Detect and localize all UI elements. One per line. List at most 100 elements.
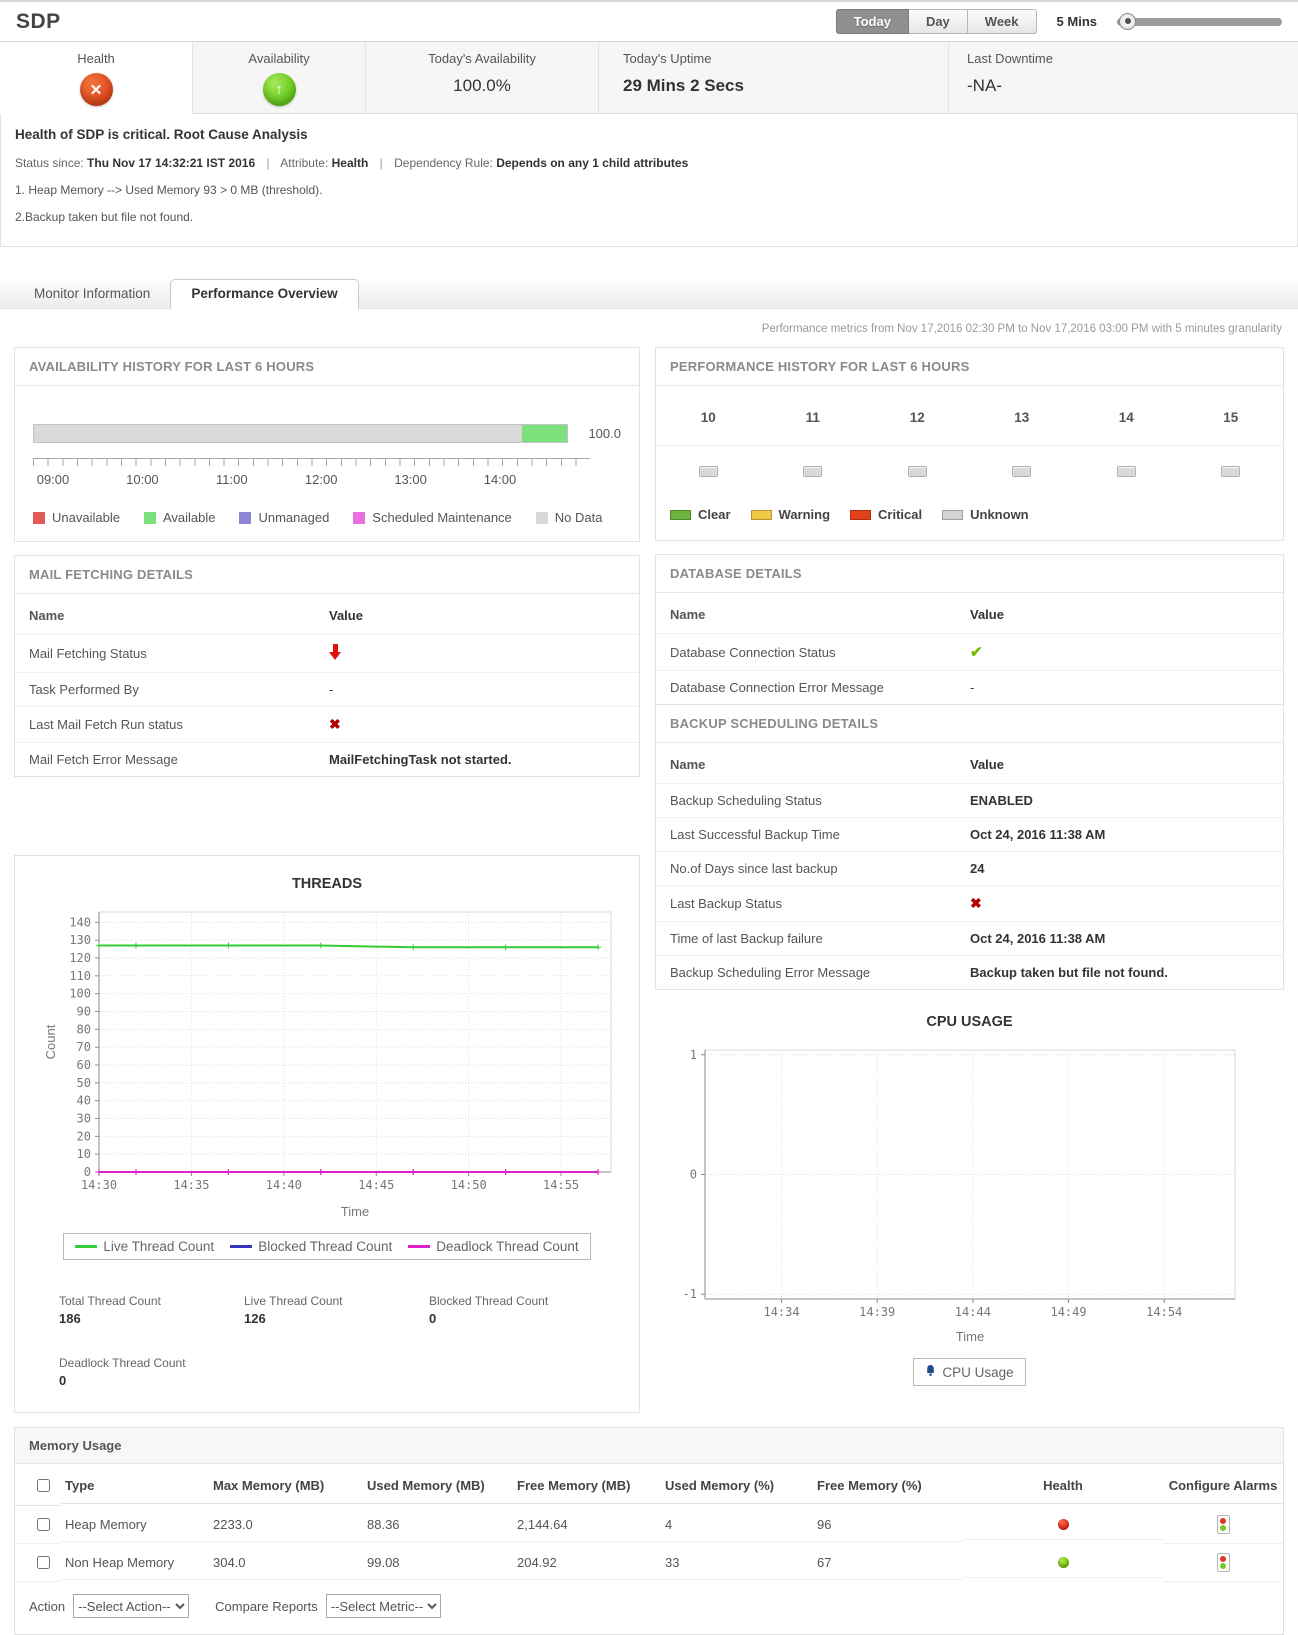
legend-item-critical: Critical xyxy=(850,507,922,522)
svg-text:14:40: 14:40 xyxy=(266,1178,302,1192)
detail-name: Time of last Backup failure xyxy=(670,931,823,946)
value-column-header: Value xyxy=(329,608,363,623)
performance-status-box-15[interactable] xyxy=(1221,466,1241,477)
performance-status-box-11[interactable] xyxy=(803,466,823,477)
range-button-today[interactable]: Today xyxy=(835,9,909,34)
axis-tick-label: 09:00 xyxy=(36,472,70,487)
axis-tick-label: 14:00 xyxy=(483,472,517,487)
performance-status-box-14[interactable] xyxy=(1116,466,1136,477)
legend-label: Live Thread Count xyxy=(103,1239,215,1254)
svg-text:0: 0 xyxy=(84,1165,91,1179)
performance-hour-cell xyxy=(1074,466,1179,477)
health-clear-dot xyxy=(1057,1557,1069,1568)
select-all-cell xyxy=(15,1464,61,1506)
free-memory-cell: 2,144.64 xyxy=(513,1508,661,1542)
legend-item-unavailable: Unavailable xyxy=(33,510,120,525)
legend-swatch xyxy=(850,509,872,520)
range-button-week[interactable]: Week xyxy=(967,9,1037,34)
performance-history-panel: PERFORMANCE HISTORY FOR LAST 6 HOURS 10 1… xyxy=(655,347,1284,541)
detail-row: Backup Scheduling Status ENABLED xyxy=(656,783,1283,817)
cpu-usage-chart-title: CPU USAGE xyxy=(926,1014,1013,1030)
legend-swatch xyxy=(33,511,45,524)
health-critical-dot xyxy=(1057,1519,1069,1530)
tab-strip: Monitor Information Performance Overview xyxy=(0,277,1298,309)
detail-value: MailFetchingTask not started. xyxy=(329,752,512,767)
legend-item-no-data: No Data xyxy=(535,510,603,525)
root-cause-item: 1. Heap Memory --> Used Memory 93 > 0 MB… xyxy=(15,183,323,197)
row-checkbox[interactable] xyxy=(37,1556,50,1569)
summary-band: Health ✕ Availability ↑ Today's Availabi… xyxy=(0,42,1298,114)
performance-hour-cell xyxy=(970,466,1075,477)
slider-knob[interactable] xyxy=(1119,12,1136,30)
max-memory-cell: 304.0 xyxy=(209,1546,363,1580)
mail-fetching-table: Mail Fetching Status Task Performed By - La… xyxy=(15,634,639,776)
compare-metric-select[interactable]: --Select Metric-- xyxy=(325,1594,441,1618)
legend-label: Critical xyxy=(878,507,923,522)
thread-stat-value: 126 xyxy=(244,1311,266,1326)
legend-label: No Data xyxy=(554,510,603,525)
performance-status-box-12[interactable] xyxy=(907,466,927,477)
availability-time-ruler xyxy=(33,458,590,466)
metrics-note: Performance metrics from Nov 17,2016 02:… xyxy=(761,323,1282,335)
svg-text:30: 30 xyxy=(77,1112,91,1126)
performance-hour-cell xyxy=(761,466,866,477)
detail-value xyxy=(329,644,625,663)
detail-value: - xyxy=(329,682,334,697)
action-select[interactable]: --Select Action-- xyxy=(73,1594,190,1618)
value-column-header: Value xyxy=(970,757,1004,772)
availability-history-panel: AVAILABILITY HISTORY FOR LAST 6 HOURS 10… xyxy=(14,347,640,542)
column-header-free-memory-: Free Memory (%) xyxy=(813,1466,963,1504)
mail-fetching-title: MAIL FETCHING DETAILS xyxy=(15,556,639,594)
name-column-header: Name xyxy=(29,608,65,623)
row-checkbox[interactable] xyxy=(37,1518,50,1531)
summary-health[interactable]: Health ✕ xyxy=(0,42,192,114)
summary-availability[interactable]: Availability ↑ xyxy=(192,42,365,114)
select-all-checkbox[interactable] xyxy=(37,1479,50,1492)
thread-stat-label: Blocked Thread Count xyxy=(429,1294,549,1308)
dependency-rule-value: Depends on any 1 child attributes xyxy=(496,156,689,170)
configure-alarm-icon[interactable] xyxy=(1216,1515,1230,1534)
detail-row: Task Performed By - xyxy=(15,672,639,706)
value-column-header: Value xyxy=(970,607,1004,622)
detail-value: ✖ xyxy=(329,716,625,733)
granularity-slider[interactable] xyxy=(1117,12,1282,30)
summary-todays-availability: Today's Availability 100.0% xyxy=(365,42,598,114)
tab-performance-overview[interactable]: Performance Overview xyxy=(170,279,359,309)
row-select-cell xyxy=(15,1506,61,1544)
column-header-used-memory-: Used Memory (%) xyxy=(661,1466,813,1504)
alarm-green-dot xyxy=(1220,1525,1226,1531)
svg-text:80: 80 xyxy=(77,1022,91,1036)
column-header-max-memory-mb-: Max Memory (MB) xyxy=(209,1466,363,1504)
dependency-rule-label: Dependency Rule: xyxy=(394,156,493,170)
threads-chart-title: THREADS xyxy=(291,876,363,892)
axis-tick-label: 10:00 xyxy=(126,472,159,487)
detail-name: Mail Fetching Status xyxy=(29,646,147,661)
detail-name: Backup Scheduling Error Message xyxy=(670,965,871,980)
performance-hour-cell xyxy=(1179,466,1284,477)
alarm-red-dot xyxy=(1220,1556,1226,1562)
performance-status-box-10[interactable] xyxy=(698,466,718,477)
performance-hour-label: 15 xyxy=(1223,410,1239,425)
cpu-usage-chart: 1 0 -1 14:34 14:39 14:44 14:49 14:54 Time xyxy=(683,1048,1236,1344)
used-pct-cell: 33 xyxy=(661,1546,813,1580)
tab-monitor-information[interactable]: Monitor Information xyxy=(14,280,170,308)
performance-history-title: PERFORMANCE HISTORY FOR LAST 6 HOURS xyxy=(656,348,1283,386)
configure-alarm-icon[interactable] xyxy=(1216,1553,1230,1572)
performance-status-box-13[interactable] xyxy=(1012,466,1032,477)
legend-label: Unavailable xyxy=(52,510,120,525)
legend-label: Warning xyxy=(778,507,831,522)
svg-text:10: 10 xyxy=(77,1147,91,1161)
detail-value: ✔ xyxy=(970,643,1269,661)
thread-stat: Live Thread Count 126 xyxy=(244,1294,429,1326)
health-critical-icon: ✕ xyxy=(79,73,113,106)
detail-row: Last Successful Backup Time Oct 24, 2016 … xyxy=(656,817,1283,851)
legend-swatch xyxy=(670,509,691,520)
legend-label: CPU Usage xyxy=(942,1364,1014,1380)
svg-text:0: 0 xyxy=(690,1168,697,1182)
legend-label: Clear xyxy=(698,507,731,522)
column-header-health: Health xyxy=(963,1466,1163,1504)
threads-legend: Live Thread Count Blocked Thread Count Dea… xyxy=(63,1233,591,1260)
svg-text:Time: Time xyxy=(956,1329,984,1344)
range-button-day[interactable]: Day xyxy=(908,9,968,34)
performance-hour-labels: 10 11 12 13 14 15 xyxy=(656,386,1283,446)
